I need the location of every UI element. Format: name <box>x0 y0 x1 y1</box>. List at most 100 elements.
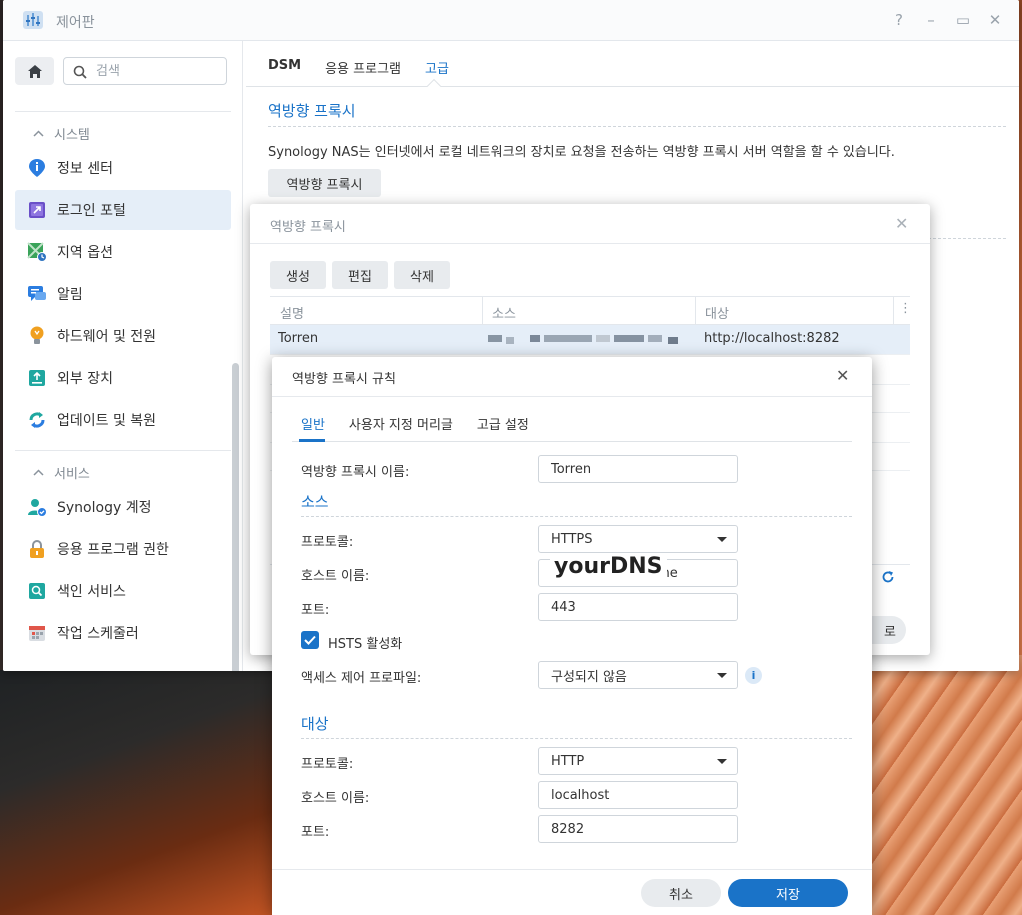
close-icon[interactable]: ✕ <box>986 11 1004 29</box>
sidebar-item-label: 업데이트 및 복원 <box>57 413 157 429</box>
search-box[interactable] <box>63 57 227 85</box>
tab-advanced-settings[interactable]: 고급 설정 <box>477 414 529 433</box>
sidebar-item-info-center[interactable]: 정보 센터 <box>15 148 231 188</box>
source-host-label: 호스트 이름: <box>301 569 370 584</box>
dashed-divider <box>301 738 852 739</box>
tab-underline <box>299 439 325 442</box>
control-panel-app-icon <box>23 11 43 29</box>
column-menu-icon[interactable]: ⋮ <box>899 301 912 316</box>
dest-protocol-select[interactable]: HTTP <box>538 747 738 775</box>
sidebar-item-login-portal[interactable]: 로그인 포털 <box>15 190 231 230</box>
sidebar-item-external-devices[interactable]: 외부 장치 <box>15 358 231 398</box>
section-title: 시스템 <box>54 128 90 143</box>
tab-pointer <box>426 78 442 94</box>
info-icon <box>27 158 47 178</box>
column-description[interactable]: 설명 <box>280 303 304 322</box>
hsts-label[interactable]: HSTS 활성화 <box>328 633 402 652</box>
reverse-proxy-button[interactable]: 역방향 프록시 <box>268 169 381 197</box>
synology-account-icon <box>27 497 47 517</box>
indexing-service-icon <box>27 581 47 601</box>
edit-button[interactable]: 편집 <box>332 261 388 289</box>
section-services[interactable]: 서비스 <box>33 463 90 482</box>
home-button[interactable] <box>15 57 54 85</box>
create-button[interactable]: 생성 <box>270 261 326 289</box>
hsts-checkbox[interactable] <box>301 631 319 649</box>
maximize-icon[interactable]: ▭ <box>954 11 972 29</box>
tab-dsm[interactable]: DSM <box>268 58 301 77</box>
tab-divider <box>246 86 1019 87</box>
sidebar: 시스템 정보 센터 로그인 포털 지역 옵션 알림 <box>3 41 243 671</box>
cell-destination: http://localhost:8282 <box>704 331 840 346</box>
search-input[interactable] <box>94 61 220 81</box>
divider <box>250 243 930 244</box>
dest-host-field[interactable]: localhost <box>538 781 738 809</box>
destination-group-title: 대상 <box>301 715 329 733</box>
sidebar-item-label: 작업 스케줄러 <box>57 626 139 642</box>
sidebar-item-regional-options[interactable]: 지역 옵션 <box>15 232 231 272</box>
section-system[interactable]: 시스템 <box>33 124 90 143</box>
dashed-divider <box>268 126 1006 127</box>
column-destination[interactable]: 대상 <box>705 303 729 322</box>
dest-port-field[interactable]: 8282 <box>538 815 738 843</box>
name-field[interactable]: Torren <box>538 455 738 483</box>
help-icon[interactable]: ? <box>890 11 908 29</box>
sidebar-item-indexing-service[interactable]: 색인 서비스 <box>15 571 231 611</box>
tab-general[interactable]: 일반 <box>301 414 325 433</box>
section-description: Synology NAS는 인터넷에서 로컬 네트워크의 장치로 요청을 전송하… <box>268 145 895 160</box>
sidebar-item-hardware-power[interactable]: 하드웨어 및 전원 <box>15 316 231 356</box>
section-title: 역방향 프록시 <box>268 102 356 120</box>
sidebar-item-label: 정보 센터 <box>57 161 113 177</box>
wallpaper-rock <box>0 670 272 915</box>
sidebar-item-label: 색인 서비스 <box>57 584 126 600</box>
column-source[interactable]: 소스 <box>492 303 516 322</box>
sidebar-item-notification[interactable]: 알림 <box>15 274 231 314</box>
sidebar-scrollbar[interactable] <box>232 363 239 671</box>
dashed-divider <box>301 516 852 517</box>
divider <box>272 869 872 870</box>
chevron-up-icon <box>33 469 44 476</box>
sidebar-item-app-privileges[interactable]: 응용 프로그램 권한 <box>15 529 231 569</box>
check-icon <box>304 635 316 645</box>
caret-down-icon <box>717 673 727 678</box>
cell-description: Torren <box>278 331 319 346</box>
access-profile-select[interactable]: 구성되지 않음 <box>538 661 738 689</box>
sidebar-item-label: 하드웨어 및 전원 <box>57 329 157 345</box>
source-port-field[interactable]: 443 <box>538 593 738 621</box>
section-title: 서비스 <box>54 467 90 482</box>
source-protocol-select[interactable]: HTTPS <box>538 525 738 553</box>
chevron-up-icon <box>33 130 44 137</box>
sidebar-item-task-scheduler[interactable]: 작업 스케줄러 <box>15 613 231 653</box>
select-value: HTTPS <box>551 531 593 547</box>
select-value: 구성되지 않음 <box>551 669 627 685</box>
close-icon[interactable]: ✕ <box>895 214 908 233</box>
column-divider[interactable] <box>695 297 696 325</box>
tab-applications[interactable]: 응용 프로그램 <box>325 58 401 77</box>
external-device-icon <box>27 368 47 388</box>
minimize-icon[interactable]: – <box>922 11 940 29</box>
sidebar-item-synology-account[interactable]: Synology 계정 <box>15 487 231 527</box>
sidebar-item-update-restore[interactable]: 업데이트 및 복원 <box>15 400 231 440</box>
sidebar-item-label: 응용 프로그램 권한 <box>57 542 169 558</box>
delete-button[interactable]: 삭제 <box>394 261 450 289</box>
info-icon[interactable]: i <box>745 667 762 684</box>
login-portal-icon <box>27 200 47 220</box>
table-row[interactable]: Torren http://localhost:8282 <box>270 325 910 354</box>
close-icon[interactable]: ✕ <box>836 366 849 385</box>
select-value: HTTP <box>551 753 585 769</box>
tab-divider <box>292 441 852 442</box>
column-divider <box>893 297 894 325</box>
home-icon <box>27 64 42 78</box>
cancel-button[interactable]: 취소 <box>641 879 721 907</box>
tab-advanced[interactable]: 고급 <box>425 58 449 77</box>
reverse-proxy-rule-dialog: 역방향 프록시 규칙 ✕ 일반 사용자 지정 머리글 고급 설정 역방향 프록시… <box>272 357 872 915</box>
save-button[interactable]: 저장 <box>728 879 848 907</box>
title-bar[interactable]: 제어판 ? – ▭ ✕ <box>3 0 1019 41</box>
dialog-title: 역방향 프록시 규칙 <box>292 372 396 387</box>
tab-custom-header[interactable]: 사용자 지정 머리글 <box>349 414 453 433</box>
sidebar-item-label: 지역 옵션 <box>57 245 113 261</box>
column-divider[interactable] <box>482 297 483 325</box>
caret-down-icon <box>717 759 727 764</box>
divider <box>15 450 231 451</box>
refresh-icon[interactable] <box>881 570 895 584</box>
row-divider <box>270 354 910 355</box>
